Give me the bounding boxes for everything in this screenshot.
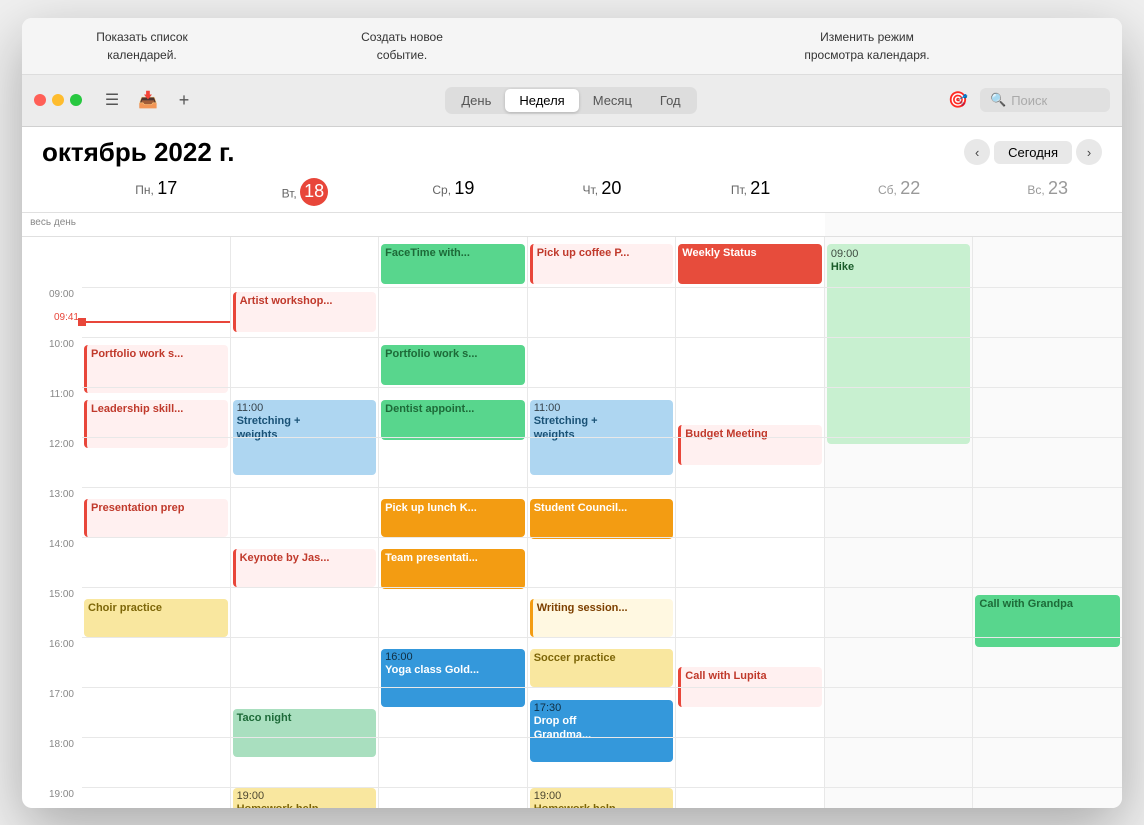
event-homework-tue[interactable]: 19:00 Homework help <box>233 788 377 808</box>
fullscreen-button[interactable] <box>70 94 82 106</box>
tab-year[interactable]: Год <box>646 89 695 112</box>
time-label-1000: 10:00 <box>22 337 82 387</box>
day-header-mon[interactable]: Пн, 17 <box>82 174 231 212</box>
day-col-tue[interactable]: Artist workshop... 11:00 Stretching +wei… <box>231 237 380 808</box>
event-budget[interactable]: Budget Meeting <box>678 425 822 465</box>
calendar-list-icon[interactable]: ☰ <box>98 86 126 114</box>
event-homework-thu[interactable]: 19:00 Homework help <box>530 788 674 808</box>
traffic-lights <box>34 94 82 106</box>
event-team-presentation[interactable]: Team presentati... <box>381 549 525 589</box>
annotation-create-event: Создать новое событие. <box>342 28 462 64</box>
event-student-council[interactable]: Student Council... <box>530 499 674 539</box>
event-dropoff[interactable]: 17:30 Drop offGrandma... <box>530 700 674 762</box>
event-weekly-status[interactable]: Weekly Status <box>678 244 822 284</box>
search-box[interactable]: 🔍 Поиск <box>980 88 1110 112</box>
day-col-sat[interactable]: 09:00 Hike <box>825 237 974 808</box>
time-grid: 09:00 10:00 11:00 12:00 13:00 14:00 15:0… <box>22 237 1122 808</box>
view-tab-group: День Неделя Месяц Год <box>445 87 696 114</box>
today-button[interactable]: Сегодня <box>994 141 1072 164</box>
time-label-1300: 13:00 <box>22 487 82 537</box>
event-call-grandpa[interactable]: Call with Grandpa <box>975 595 1120 647</box>
event-facetime[interactable]: FaceTime with... <box>381 244 525 284</box>
event-keynote[interactable]: Keynote by Jas... <box>233 549 377 587</box>
day-col-wed[interactable]: FaceTime with... Portfolio work s... Den… <box>379 237 528 808</box>
prev-week-button[interactable]: ‹ <box>964 139 990 165</box>
all-day-sat[interactable] <box>825 213 974 236</box>
day-header-tue[interactable]: Вт, 18 <box>231 174 380 212</box>
event-choir[interactable]: Choir practice <box>84 599 228 637</box>
close-button[interactable] <box>34 94 46 106</box>
tab-week[interactable]: Неделя <box>505 89 578 112</box>
day-header-wed[interactable]: Ср, 19 <box>379 174 528 212</box>
day-col-fri[interactable]: Weekly Status Budget Meeting Call with L… <box>676 237 825 808</box>
event-pickup-coffee[interactable]: Pick up coffee P... <box>530 244 674 284</box>
event-portfolio-wed[interactable]: Portfolio work s... <box>381 345 525 385</box>
minimize-button[interactable] <box>52 94 64 106</box>
time-label-1200: 12:00 <box>22 437 82 487</box>
grid-area: 09:41 Portfolio work s... Leadership ski… <box>82 237 1122 808</box>
time-label-1500: 15:00 <box>22 587 82 637</box>
event-leadership[interactable]: Leadership skill... <box>84 400 228 448</box>
add-event-button[interactable]: + <box>170 86 198 114</box>
all-day-sun[interactable] <box>973 213 1122 236</box>
month-year-title: октябрь 2022 г. <box>42 137 234 168</box>
day-header-thu[interactable]: Чт, 20 <box>528 174 677 212</box>
time-label-1800: 18:00 <box>22 737 82 787</box>
event-writing[interactable]: Writing session... <box>530 599 674 637</box>
event-dentist[interactable]: Dentist appoint... <box>381 400 525 440</box>
search-placeholder: Поиск <box>1011 93 1047 108</box>
calendar-header: октябрь 2022 г. ‹ Сегодня › <box>22 127 1122 174</box>
focus-icon[interactable]: 🎯 <box>944 86 972 114</box>
time-label-1900: 19:00 <box>22 787 82 808</box>
event-presentation[interactable]: Presentation prep <box>84 499 228 537</box>
next-week-button[interactable]: › <box>1076 139 1102 165</box>
all-day-wed[interactable] <box>379 213 528 236</box>
day-header-sat[interactable]: Сб, 22 <box>825 174 974 212</box>
search-icon: 🔍 <box>990 92 1006 108</box>
all-day-fri[interactable] <box>676 213 825 236</box>
time-label-1400: 14:00 <box>22 537 82 587</box>
event-taco[interactable]: Taco night <box>233 709 377 757</box>
all-day-row: весь день <box>22 213 1122 237</box>
event-soccer[interactable]: Soccer practice <box>530 649 674 687</box>
annotation-show-list: Показать список календарей. <box>82 28 202 64</box>
day-col-mon[interactable]: 09:41 Portfolio work s... Leadership ski… <box>82 237 231 808</box>
event-hike[interactable]: 09:00 Hike <box>827 244 971 444</box>
all-day-tue[interactable] <box>231 213 380 236</box>
event-stretching-thu[interactable]: 11:00 Stretching +weights <box>530 400 674 475</box>
event-portfolio-mon[interactable]: Portfolio work s... <box>84 345 228 393</box>
inbox-icon[interactable]: 📥 <box>134 86 162 114</box>
calendar-window: Показать список календарей. Создать ново… <box>22 18 1122 808</box>
tab-month[interactable]: Месяц <box>579 89 646 112</box>
event-pickup-lunch[interactable]: Pick up lunch K... <box>381 499 525 537</box>
day-headers: Пн, 17 Вт, 18 Ср, 19 Чт, 20 Пт, 21 Сб, 2… <box>22 174 1122 213</box>
day-header-fri[interactable]: Пт, 21 <box>676 174 825 212</box>
annotation-change-view: Изменить режим просмотра календаря. <box>792 28 942 64</box>
event-call-lupita[interactable]: Call with Lupita <box>678 667 822 707</box>
all-day-mon[interactable] <box>82 213 231 236</box>
day-col-thu[interactable]: Pick up coffee P... 11:00 Stretching +we… <box>528 237 677 808</box>
event-stretching-tue[interactable]: 11:00 Stretching +weights <box>233 400 377 475</box>
event-yoga[interactable]: 16:00 Yoga class Gold... <box>381 649 525 707</box>
all-day-label: весь день <box>22 213 82 236</box>
day-header-sun[interactable]: Вс, 23 <box>973 174 1122 212</box>
day-col-sun[interactable]: Call with Grandpa <box>973 237 1122 808</box>
tab-day[interactable]: День <box>447 89 505 112</box>
titlebar: ☰ 📥 + День Неделя Месяц Год 🎯 🔍 Поиск <box>22 75 1122 127</box>
event-artist[interactable]: Artist workshop... <box>233 292 377 332</box>
all-day-thu[interactable] <box>528 213 677 236</box>
time-label-1700: 17:00 <box>22 687 82 737</box>
time-label-1600: 16:00 <box>22 637 82 687</box>
time-label-1100: 11:00 <box>22 387 82 437</box>
